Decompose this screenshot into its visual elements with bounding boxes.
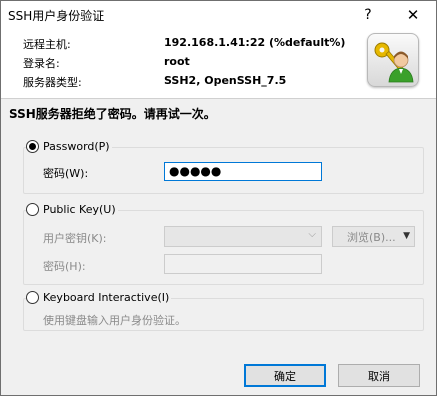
login-name-label: 登录名: [23, 57, 60, 70]
close-button[interactable]: ✕ [391, 1, 435, 28]
keyboard-interactive-label: Keyboard Interactive(I) [43, 291, 170, 304]
server-type-value: SSH2, OpenSSH_7.5 [164, 74, 287, 87]
close-icon: ✕ [406, 5, 420, 24]
publickey-radio[interactable]: Public Key(U) [26, 203, 118, 216]
window-title: SSH用户身份验证 [8, 9, 105, 23]
help-icon: ? [364, 6, 372, 23]
remote-host-label: 远程主机: [23, 38, 71, 51]
help-button[interactable]: ? [346, 1, 390, 28]
radio-button[interactable] [26, 291, 39, 304]
publickey-group: Public Key(U) 用户密钥(K): ⌵ 浏览(B)... ▼ 密码(H… [23, 203, 424, 285]
password-input-value: ●●●●● [169, 164, 222, 178]
browse-button[interactable]: 浏览(B)... ▼ [332, 226, 415, 247]
browse-button-label: 浏览(B)... [347, 230, 396, 244]
radio-button[interactable] [26, 140, 39, 153]
user-key-label: 用户密钥(K): [43, 232, 107, 245]
user-key-select[interactable]: ⌵ [164, 226, 322, 247]
password-input[interactable]: ●●●●● [164, 162, 322, 181]
ssh-auth-dialog: SSH用户身份验证 ? ✕ 远程主机: 192.168.1.41:22 (%de… [0, 0, 437, 396]
keys-user-icon [367, 33, 419, 87]
auth-content: SSH服务器拒绝了密码。请再试一次。 Password(P) 密码(W): ●●… [1, 99, 436, 395]
chevron-down-icon: ⌵ [308, 229, 316, 240]
ok-button-label: 确定 [274, 369, 296, 383]
password-radio[interactable]: Password(P) [26, 140, 112, 153]
connection-info: 远程主机: 192.168.1.41:22 (%default%) 登录名: r… [1, 28, 436, 98]
server-type-label: 服务器类型: [23, 76, 82, 89]
password-group: Password(P) 密码(W): ●●●●● [23, 140, 424, 194]
passphrase-input[interactable] [164, 254, 322, 274]
login-name-value: root [164, 55, 190, 68]
keyboard-interactive-group: Keyboard Interactive(I) 使用键盘输入用户身份验证。 [23, 291, 424, 331]
passphrase-label: 密码(H): [43, 260, 86, 273]
password-field-label: 密码(W): [43, 167, 89, 180]
remote-host-value: 192.168.1.41:22 (%default%) [164, 36, 346, 49]
title-bar: SSH用户身份验证 ? ✕ [1, 1, 436, 28]
radio-button[interactable] [26, 203, 39, 216]
dropdown-arrow-icon: ▼ [403, 231, 410, 241]
publickey-radio-label: Public Key(U) [43, 203, 116, 216]
error-message: SSH服务器拒绝了密码。请再试一次。 [9, 107, 216, 121]
keyboard-interactive-description: 使用键盘输入用户身份验证。 [43, 314, 186, 327]
keyboard-interactive-radio[interactable]: Keyboard Interactive(I) [26, 291, 172, 304]
cancel-button-label: 取消 [368, 369, 390, 383]
cancel-button[interactable]: 取消 [338, 364, 420, 387]
password-radio-label: Password(P) [43, 140, 110, 153]
ok-button[interactable]: 确定 [244, 364, 326, 387]
